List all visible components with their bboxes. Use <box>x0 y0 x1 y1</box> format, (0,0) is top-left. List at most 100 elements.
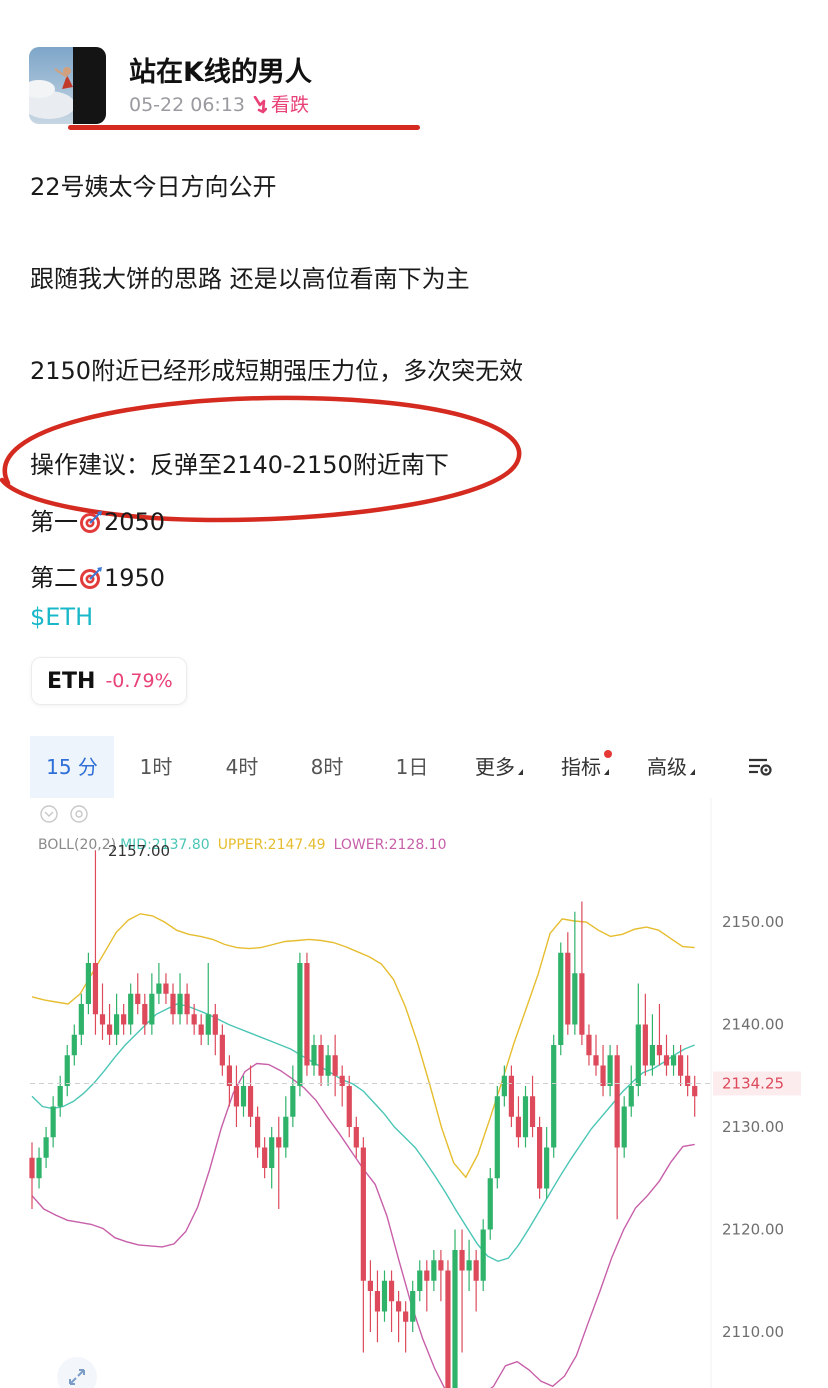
tab-indicators[interactable]: 指标 <box>540 736 630 798</box>
y-tick-label: 2120.00 <box>722 1221 784 1239</box>
candle-up <box>71 1034 77 1056</box>
target-icon <box>80 511 102 533</box>
candle-down <box>685 1075 691 1086</box>
tab-advanced[interactable]: 高级 <box>626 736 716 798</box>
candle-up <box>649 1045 655 1066</box>
candle-down <box>163 983 169 994</box>
candle-up <box>177 993 183 1015</box>
dropdown-triangle-icon <box>690 769 695 775</box>
candle-up <box>381 1280 388 1312</box>
candle-down <box>346 1086 352 1127</box>
candle-down <box>219 1034 225 1066</box>
tab-1h[interactable]: 1时 <box>114 736 198 798</box>
candle-up <box>607 1055 613 1086</box>
candle-down <box>403 1311 409 1322</box>
candle-down <box>388 1280 395 1302</box>
tab-label: 8时 <box>310 755 344 779</box>
candle-down <box>593 1055 599 1066</box>
tab-15m[interactable]: 15 分 <box>30 736 114 798</box>
fullscreen-button[interactable] <box>57 1357 97 1388</box>
candle-down <box>226 1065 232 1086</box>
down-arrow-icon <box>253 95 268 114</box>
target-value-2: 1950 <box>104 564 166 592</box>
candle-down <box>374 1291 381 1312</box>
candle-down <box>332 1055 338 1076</box>
candle-up <box>635 1024 641 1086</box>
candle-up <box>452 1250 458 1388</box>
candle-down <box>92 963 99 1015</box>
y-tick-label: 2110.00 <box>722 1323 784 1341</box>
candle-up <box>128 993 134 1025</box>
candle-up <box>621 1106 627 1148</box>
author-name[interactable]: 站在K线的男人 <box>129 50 312 89</box>
y-tick-label: 2150.00 <box>722 913 784 931</box>
tab-label: 4时 <box>225 755 259 779</box>
chart-settings-icon <box>749 758 772 776</box>
collapse-icon[interactable] <box>40 805 58 823</box>
tab-label: 更多 <box>475 755 515 779</box>
post-line-3: 2150附近已经形成短期强压力位，多次突无效 <box>30 357 524 385</box>
candle-up <box>240 1086 247 1107</box>
chart-settings-button[interactable] <box>730 736 790 798</box>
candle-down <box>367 1280 373 1291</box>
fullscreen-button-bg <box>57 1357 97 1388</box>
post-line-2: 跟随我大饼的思路 还是以高位看南下为主 <box>30 265 470 293</box>
candle-up <box>487 1178 493 1230</box>
eth-hashtag-link[interactable]: $ETH <box>30 603 93 631</box>
boll-lower-label: LOWER:2128.10 <box>334 837 447 853</box>
candle-up <box>558 952 564 1045</box>
tab-1d[interactable]: 1日 <box>370 736 454 798</box>
price-axis: 2150.00 2140.00 2130.00 2120.00 2110.00 <box>722 913 784 1341</box>
ticker-symbol: ETH <box>47 668 96 694</box>
candle-down <box>142 1004 148 1025</box>
candle-down <box>508 1075 514 1117</box>
candle-up <box>522 1096 529 1138</box>
post-line-1: 22号姨太今日方向公开 <box>30 173 277 201</box>
candle-up <box>114 1014 120 1035</box>
candle-up <box>36 1157 42 1179</box>
candle-up <box>325 1055 331 1076</box>
candles <box>29 850 698 1388</box>
candle-down <box>656 1045 663 1056</box>
tab-more[interactable]: 更多 <box>454 736 544 798</box>
candle-down <box>445 1270 451 1388</box>
avatar[interactable] <box>29 47 106 124</box>
tab-4h[interactable]: 4时 <box>200 736 284 798</box>
candle-up <box>85 963 91 1004</box>
candlestick-chart[interactable]: BOLL(20,2) MID:2137.80 UPPER:2147.49 LOWER:… <box>0 798 828 1388</box>
candle-down <box>29 1157 35 1179</box>
candle-up <box>551 1045 557 1148</box>
candle-up <box>78 1004 84 1035</box>
last-price-label: 2134.25 <box>722 1074 784 1092</box>
candle-down <box>529 1096 536 1127</box>
candle-up <box>283 1116 289 1148</box>
candle-down <box>99 1014 106 1025</box>
candle-down <box>233 1086 240 1107</box>
candle-up <box>480 1229 486 1281</box>
candle-down <box>459 1250 465 1271</box>
candle-down <box>537 1127 543 1189</box>
target-label-2: 第二 <box>30 564 78 592</box>
candle-down <box>565 952 571 1025</box>
candle-down <box>262 1147 268 1168</box>
tab-label: 1时 <box>139 755 173 779</box>
candle-down <box>255 1116 261 1148</box>
candle-up <box>501 1075 507 1097</box>
candle-up <box>628 1086 634 1107</box>
tab-8h[interactable]: 8时 <box>285 736 369 798</box>
target-value-1: 2050 <box>104 508 166 536</box>
candle-down <box>198 1024 204 1035</box>
candle-down <box>339 1075 345 1086</box>
high-price-marker: 2157.00 <box>108 842 170 860</box>
candle-up <box>156 983 162 994</box>
candle-up <box>50 1106 56 1138</box>
candle-down <box>396 1301 402 1312</box>
post-line-4: 操作建议：反弹至2140-2150附近南下 <box>30 451 449 479</box>
ticker-chip[interactable]: ETH -0.79% <box>31 657 187 705</box>
tab-label: 15 分 <box>46 755 98 779</box>
candle-up <box>572 973 578 1025</box>
indicator-settings-icon[interactable] <box>70 805 88 823</box>
candle-down <box>692 1086 698 1097</box>
candle-down <box>600 1065 606 1086</box>
candle-down <box>353 1127 359 1148</box>
